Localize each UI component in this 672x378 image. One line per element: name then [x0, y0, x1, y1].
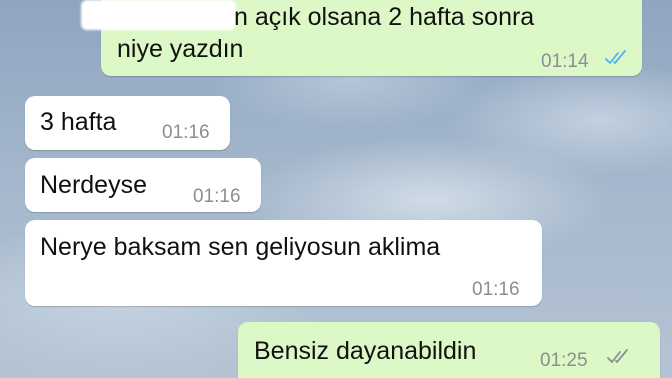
incoming-message[interactable]: Nerye baksam sen geliyosun aklima 01:16 [25, 220, 542, 306]
double-check-delivered-icon [607, 349, 628, 363]
message-text: 3 hafta [40, 108, 117, 136]
double-check-read-icon [605, 50, 626, 64]
redacted-text-blur [81, 0, 236, 30]
outgoing-message[interactable]: n açık olsana 2 hafta sonra niye yazdın … [81, 0, 642, 76]
outgoing-message[interactable]: Bensiz dayanabildin 01:25 [238, 322, 660, 378]
message-text-line-2: niye yazdın [117, 35, 244, 63]
incoming-message[interactable]: 3 hafta 01:16 [25, 96, 230, 150]
message-text: Bensiz dayanabildin [254, 337, 477, 365]
message-timestamp: 01:16 [472, 279, 520, 300]
message-timestamp: 01:14 [541, 51, 589, 72]
message-text: Nerye baksam sen geliyosun aklima [40, 233, 441, 261]
incoming-message[interactable]: Nerdeyse 01:16 [25, 158, 261, 212]
message-timestamp: 01:16 [193, 186, 241, 207]
message-timestamp: 01:16 [162, 122, 210, 143]
chat-area: n açık olsana 2 hafta sonra niye yazdın … [0, 0, 672, 378]
message-text-line-1: n açık olsana 2 hafta sonra [234, 3, 535, 31]
message-timestamp: 01:25 [540, 350, 588, 371]
message-text: Nerdeyse [40, 171, 147, 199]
